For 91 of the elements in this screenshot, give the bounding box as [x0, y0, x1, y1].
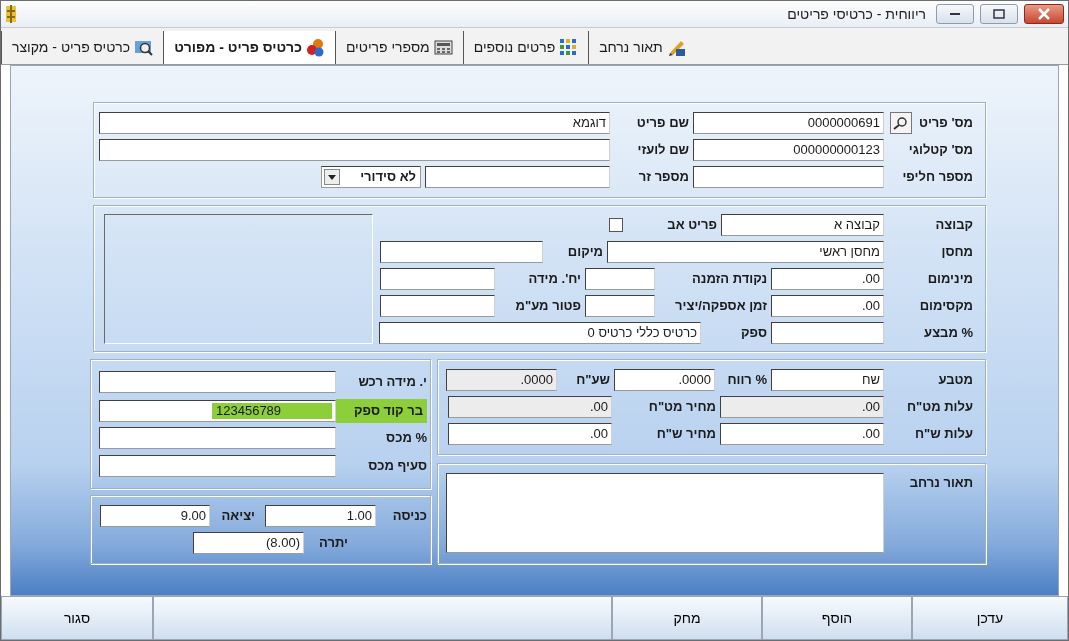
field-label: זמן אספקה/יציר — [675, 297, 767, 316]
field-label: מס' פריט — [918, 114, 973, 133]
pencil-icon — [666, 38, 686, 57]
close-button[interactable] — [1024, 4, 1064, 24]
field-label: יציאה — [221, 507, 255, 526]
field-label: מקסימום — [919, 297, 973, 316]
input-field[interactable] — [771, 322, 884, 344]
input-field[interactable] — [99, 455, 336, 477]
action-button[interactable]: הוסף — [762, 596, 912, 640]
field-label: מטבע — [938, 371, 973, 390]
input-field[interactable] — [585, 268, 655, 290]
calculator-icon — [433, 38, 453, 57]
minimize-button[interactable] — [936, 4, 974, 24]
grid-icon — [559, 38, 579, 57]
action-button[interactable]: סגור — [1, 596, 153, 640]
field-label: תאור נרחב — [909, 474, 973, 492]
input-field[interactable]: .00 — [448, 423, 612, 445]
field-label: מספר זר — [638, 168, 689, 187]
colored-balls-icon — [305, 38, 325, 57]
field-label: נקודת הזמנה — [692, 270, 767, 289]
text-area[interactable] — [446, 473, 884, 553]
input-field[interactable]: .0000 — [614, 369, 715, 391]
input-field[interactable] — [380, 295, 495, 317]
field-label: מס' קטלוגי — [908, 141, 973, 160]
field-label: מספר חליפי — [902, 168, 973, 187]
field-label: עלות ש"ח — [914, 425, 973, 444]
input-field[interactable]: .00 — [771, 268, 884, 290]
field-label: שם לועזי — [637, 141, 689, 160]
input-field[interactable] — [99, 427, 336, 449]
search-icon — [893, 116, 909, 130]
input-field[interactable]: .00 — [448, 396, 612, 418]
field-label: פריט אב — [667, 216, 717, 235]
field-label: מיקום — [567, 243, 603, 262]
field-label: מחסן — [941, 243, 973, 262]
field-label: כניסה — [392, 507, 427, 526]
maximize-icon — [992, 8, 1006, 20]
input-field[interactable]: 0000000691 — [693, 112, 884, 134]
search-button[interactable] — [890, 112, 912, 134]
field-label: פטור מע"מ — [515, 297, 581, 316]
input-field[interactable]: .0000 — [446, 369, 557, 391]
tab[interactable]: כרטיס פריט - מפורט — [163, 31, 335, 64]
checkbox[interactable] — [609, 218, 623, 232]
input-field[interactable]: .00 — [771, 295, 884, 317]
input-field[interactable]: מחסן ראשי — [607, 241, 884, 263]
input-field[interactable]: קבוצה א — [721, 214, 884, 236]
input-field[interactable]: .00 — [720, 396, 884, 418]
field-label: קבוצה — [935, 216, 973, 235]
field-label: שם פריט — [636, 114, 689, 133]
action-button[interactable]: מחק — [612, 596, 762, 640]
input-field[interactable]: 000000000123 — [693, 139, 884, 161]
field-label: שע"ח — [576, 371, 610, 390]
field-label: יתרה — [319, 534, 348, 553]
tab[interactable]: כרטיס פריט - מקוצר — [1, 31, 164, 64]
field-label: מחיר מט"ח — [648, 398, 716, 417]
field-label: סעיף מכס — [368, 457, 427, 476]
field-label: ספק — [741, 324, 767, 343]
tab[interactable]: פרטים נוספים — [462, 31, 589, 64]
action-button[interactable]: עדכן — [912, 596, 1068, 640]
dropdown[interactable]: לא סידורי — [321, 166, 421, 188]
input-field[interactable]: 9.00 — [100, 505, 210, 527]
input-field[interactable]: 1.00 — [265, 505, 376, 527]
field-label: % רווח — [727, 371, 767, 390]
field-label: % מבצע — [924, 324, 973, 343]
window-title: ריווחית - כרטיסי פריטים — [787, 4, 926, 24]
input-field[interactable] — [585, 295, 655, 317]
minimize-icon — [950, 13, 960, 15]
field-label: % מכס — [386, 429, 427, 448]
field-label: בר קוד ספק — [336, 399, 427, 423]
input-field[interactable] — [693, 166, 884, 188]
dropdown-arrow-icon — [328, 174, 336, 180]
input-field[interactable]: דוגמא — [99, 112, 610, 134]
input-field[interactable] — [425, 166, 610, 188]
magnifier-card-icon — [134, 38, 154, 57]
input-field[interactable]: .00 — [720, 423, 884, 445]
input-field[interactable]: 123456789 — [99, 399, 336, 422]
field-label: י. מידה רכש — [358, 373, 427, 392]
close-icon — [1037, 8, 1051, 20]
input-field[interactable]: שח — [771, 369, 884, 391]
app-icon — [5, 5, 17, 23]
field-label: עלות מט"ח — [907, 398, 973, 417]
input-field[interactable] — [99, 139, 610, 161]
input-field[interactable] — [380, 268, 495, 290]
input-field[interactable]: (8.00) — [193, 532, 304, 554]
field-label: מינימום — [927, 270, 973, 289]
field-label: יח'. מידה — [528, 270, 581, 289]
tab[interactable]: תאור נרחב — [588, 31, 696, 64]
maximize-button[interactable] — [980, 4, 1018, 24]
input-field[interactable]: כרטיס כללי כרטיס 0 — [379, 322, 701, 344]
field-label: מחיר ש"ח — [656, 425, 716, 444]
input-field[interactable] — [99, 371, 336, 393]
input-field[interactable] — [380, 241, 543, 263]
